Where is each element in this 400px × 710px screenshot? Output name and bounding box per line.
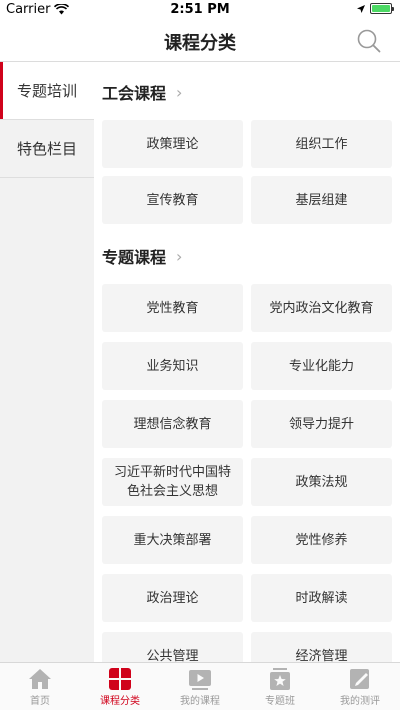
- special-courses-grid: 党性教育 党内政治文化教育 业务知识 专业化能力 理想信念教育 领导力提升 习近…: [102, 284, 392, 662]
- course-tile[interactable]: 业务知识: [102, 342, 243, 390]
- course-tile[interactable]: 领导力提升: [251, 400, 392, 448]
- sidebar-item-label: 特色栏目: [16, 140, 77, 158]
- course-tile[interactable]: 党性修养: [251, 516, 392, 564]
- tab-label: 首页: [30, 696, 50, 707]
- tab-label: 我的测评: [340, 696, 380, 707]
- category-sidebar: 专题培训 特色栏目: [0, 62, 94, 662]
- sidebar-item-featured-column[interactable]: 特色栏目: [0, 120, 94, 178]
- course-tile[interactable]: 组织工作: [251, 120, 392, 168]
- chevron-right-icon: ›: [176, 82, 183, 102]
- sidebar-item-special-training[interactable]: 专题培训: [0, 62, 94, 120]
- course-tile[interactable]: 经济管理: [251, 632, 392, 662]
- tab-my-assessment[interactable]: 我的测评: [320, 663, 400, 710]
- tab-course-category[interactable]: 课程分类: [80, 663, 160, 710]
- tab-my-courses[interactable]: 我的课程: [160, 663, 240, 710]
- status-bar: Carrier 2:51 PM: [0, 0, 400, 20]
- location-arrow-icon: [357, 4, 365, 13]
- tab-special-class[interactable]: 专题班: [240, 663, 320, 710]
- course-tile[interactable]: 时政解读: [251, 574, 392, 622]
- tab-label: 我的课程: [180, 696, 220, 707]
- section-title: 工会课程: [102, 84, 167, 103]
- course-tile[interactable]: 党性教育: [102, 284, 243, 332]
- category-content: 工会课程 › 政策理论 组织工作 宣传教育 基层组建 专题课程 › 党性教育 党…: [94, 62, 400, 662]
- page-title: 课程分类: [164, 33, 236, 54]
- star-board-icon: [270, 668, 290, 690]
- nav-bar: 课程分类: [0, 20, 400, 62]
- course-tile[interactable]: 宣传教育: [102, 176, 243, 224]
- course-tile[interactable]: 政策理论: [102, 120, 243, 168]
- video-icon: [189, 670, 211, 690]
- section-header-union-courses[interactable]: 工会课程 ›: [102, 80, 182, 104]
- home-icon: [29, 669, 51, 689]
- course-tile[interactable]: 政治理论: [102, 574, 243, 622]
- chevron-right-icon: ›: [176, 246, 183, 266]
- union-courses-grid: 政策理论 组织工作 宣传教育 基层组建: [102, 120, 392, 224]
- course-tile[interactable]: 公共管理: [102, 632, 243, 662]
- status-right: [356, 3, 394, 14]
- tab-home[interactable]: 首页: [0, 663, 80, 710]
- search-icon[interactable]: [356, 28, 382, 54]
- tab-label: 专题班: [265, 696, 295, 707]
- course-tile[interactable]: 习近平新时代中国特色社会主义思想: [102, 458, 243, 506]
- tab-bar: 首页 课程分类 我的课程 专题班 我的测评: [0, 662, 400, 710]
- course-tile[interactable]: 理想信念教育: [102, 400, 243, 448]
- sidebar-item-label: 专题培训: [16, 82, 77, 100]
- section-header-special-courses[interactable]: 专题课程 ›: [102, 244, 182, 268]
- category-icon: [109, 668, 131, 690]
- section-title: 专题课程: [102, 248, 167, 267]
- course-tile[interactable]: 党内政治文化教育: [251, 284, 392, 332]
- course-tile[interactable]: 政策法规: [251, 458, 392, 506]
- status-time: 2:51 PM: [170, 2, 230, 17]
- test-icon: [350, 669, 369, 689]
- course-tile[interactable]: 重大决策部署: [102, 516, 243, 564]
- course-tile[interactable]: 基层组建: [251, 176, 392, 224]
- battery-icon: [370, 3, 394, 14]
- tab-label: 课程分类: [100, 696, 140, 707]
- course-tile[interactable]: 专业化能力: [251, 342, 392, 390]
